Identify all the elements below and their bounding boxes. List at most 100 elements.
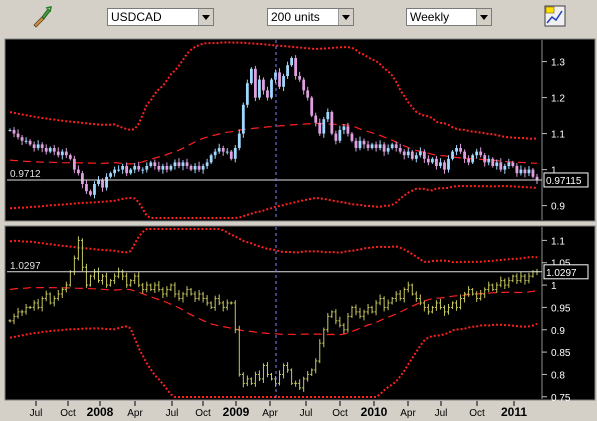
y-tick-label: 0.75 — [551, 393, 571, 404]
candle-body — [519, 169, 523, 174]
candle-body — [253, 68, 257, 98]
candle-body — [109, 173, 112, 177]
candle-body — [197, 166, 201, 170]
candle-body — [105, 176, 108, 188]
candle-body — [201, 166, 205, 170]
chart-area[interactable]: 1.31.21.110.90.97120.97115 1.11.0510.950… — [0, 36, 597, 421]
candle-body — [515, 166, 519, 174]
candle-body — [386, 148, 390, 152]
candle-body — [229, 151, 233, 159]
candle-body — [326, 112, 330, 120]
candle-body — [213, 151, 217, 156]
candle-body — [298, 76, 302, 80]
x-tick-label: Apr — [400, 408, 416, 419]
candle-body — [93, 184, 96, 195]
candle-body — [426, 158, 430, 163]
period-select[interactable]: Weekly — [406, 8, 492, 26]
candle-body — [471, 155, 475, 163]
x-tick-label: Jul — [300, 408, 313, 419]
candle-body — [245, 83, 249, 105]
chart-options-icon[interactable] — [544, 5, 568, 29]
candle-body — [153, 162, 157, 166]
candle-body — [398, 148, 402, 152]
candle-body — [121, 166, 125, 170]
candle-body — [81, 173, 84, 184]
candle-body — [177, 162, 181, 166]
paint-tool-icon[interactable] — [30, 5, 54, 29]
y-tick-label: 0.8 — [551, 370, 565, 381]
candle-body — [161, 166, 165, 170]
candle-body — [266, 90, 269, 98]
candle-body — [64, 151, 68, 156]
x-tick-label: Apr — [262, 408, 278, 419]
symbol-value: USDCAD — [111, 10, 162, 24]
candle-body — [503, 166, 507, 170]
candle-body — [20, 137, 24, 141]
chevron-down-icon[interactable] — [198, 9, 213, 25]
y-tick-label: 1.1 — [551, 130, 565, 141]
candle-body — [302, 79, 306, 91]
candle-body — [221, 148, 225, 152]
candle-body — [342, 126, 346, 130]
candle-body — [141, 169, 145, 171]
candle-body — [258, 79, 261, 98]
chevron-down-icon[interactable] — [338, 9, 353, 25]
candle-body — [205, 162, 209, 166]
symbol-select[interactable]: USDCAD — [107, 8, 214, 26]
x-tick-label: Oct — [332, 408, 348, 419]
candle-body — [225, 151, 229, 153]
x-tick-label: 2009 — [223, 405, 250, 419]
candle-body — [262, 79, 265, 91]
y-tick-label: 0.95 — [551, 303, 571, 314]
units-select[interactable]: 200 units — [267, 8, 354, 26]
y-tick-label: 1.2 — [551, 94, 565, 105]
candle-body — [173, 162, 177, 166]
candle-body — [483, 155, 487, 163]
chevron-down-icon[interactable] — [476, 9, 491, 25]
candle-body — [523, 169, 527, 174]
candle-body — [402, 151, 406, 156]
candle-body — [28, 140, 32, 145]
candle-body — [431, 158, 434, 163]
candle-body — [390, 144, 394, 148]
x-tick-label: Jul — [166, 408, 179, 419]
candle-body — [12, 130, 16, 134]
candle-body — [36, 144, 40, 148]
candle-body — [117, 169, 121, 171]
candle-body — [475, 151, 479, 156]
indicator-panel[interactable]: 1.11.0510.950.90.850.80.751.02971.0297 — [4, 225, 596, 404]
candle-body — [358, 140, 362, 148]
price-box: 0.97115 — [543, 172, 589, 188]
candle-body — [282, 76, 285, 87]
candle-body — [455, 148, 458, 152]
candle-body — [378, 144, 382, 148]
candle-body — [318, 122, 322, 134]
candle-body — [24, 140, 28, 142]
candle-body — [346, 126, 350, 134]
y-tick-label: 1.3 — [551, 58, 565, 69]
candle-body — [40, 144, 44, 148]
candle-body — [217, 148, 221, 152]
candle-body — [463, 151, 466, 159]
candle-body — [137, 166, 141, 170]
candle-body — [52, 148, 56, 152]
candle-body — [362, 140, 366, 145]
candle-body — [16, 133, 20, 138]
x-tick-label: Apr — [127, 408, 143, 419]
candle-body — [149, 162, 153, 166]
candle-body — [410, 151, 414, 159]
candle-body — [511, 162, 515, 166]
candle-body — [322, 119, 326, 134]
candle-body — [165, 166, 169, 170]
candle-body — [185, 162, 189, 166]
candle-body — [382, 144, 386, 152]
candle-body — [101, 180, 104, 188]
candle-body — [495, 162, 499, 166]
y-tick-label: 0.85 — [551, 348, 571, 359]
candle-body — [479, 151, 483, 156]
price-panel[interactable]: 1.31.21.110.90.97120.97115 — [4, 38, 596, 222]
y-tick-label: 1.1 — [551, 236, 565, 247]
candle-body — [193, 166, 197, 170]
y-tick-label: 0.9 — [551, 202, 565, 213]
candle-body — [451, 151, 454, 159]
